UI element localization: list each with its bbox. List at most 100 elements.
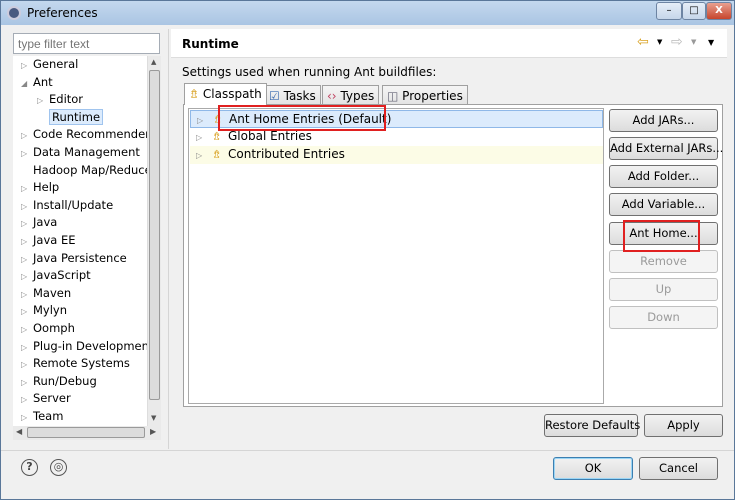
nav-item-label: Runtime	[49, 108, 104, 125]
nav-item-help[interactable]: ▷ Help	[21, 180, 59, 197]
back-arrow-icon[interactable]: ⇦	[637, 34, 649, 50]
nav-item-server[interactable]: ▷ Server	[21, 391, 71, 408]
preferences-window: Preferences – □ X ▷General◢Ant▷EditorRun…	[0, 0, 735, 500]
expander-icon[interactable]: ◢	[21, 79, 33, 88]
expander-icon[interactable]: ▷	[21, 131, 33, 140]
nav-item-runtime[interactable]: Runtime	[37, 108, 104, 127]
expander-icon[interactable]: ▷	[37, 96, 49, 105]
panel-divider[interactable]	[168, 29, 169, 449]
nav-item-mylyn[interactable]: ▷ Mylyn	[21, 303, 67, 320]
classpath-tree: ▷ ⇯ Ant Home Entries (Default) ▷ ⇯ Global En…	[188, 108, 604, 404]
expander-icon[interactable]: ▷	[21, 237, 33, 246]
properties-icon: ◫	[387, 89, 399, 103]
classpath-entry-contributed[interactable]: ▷ ⇯ Contributed Entries	[190, 146, 603, 164]
nav-item-oomph[interactable]: ▷ Oomph	[21, 321, 75, 338]
nav-item-label: Help	[33, 180, 60, 195]
nav-item-editor[interactable]: ▷ Editor	[37, 92, 83, 109]
add-folder-button[interactable]: Add Folder...	[609, 165, 718, 188]
remove-button[interactable]: Remove	[609, 250, 718, 273]
classpath-icon: ⇯	[212, 130, 222, 143]
tab-label: Tasks	[283, 89, 316, 103]
nav-item-plug-in-development[interactable]: ▷ Plug-in Development	[21, 339, 153, 356]
expander-icon[interactable]: ▷	[21, 272, 33, 281]
nav-item-java[interactable]: ▷ Java	[21, 215, 57, 232]
nav-item-install-update[interactable]: ▷ Install/Update	[21, 198, 113, 215]
nav-item-label: JavaScript	[33, 268, 91, 283]
nav-item-label: Editor	[49, 92, 84, 107]
import-export-icon[interactable]: ◎	[50, 459, 67, 476]
expander-icon[interactable]: ▷	[21, 307, 33, 316]
expander-icon[interactable]: ▷	[21, 184, 33, 193]
nav-item-label: Java	[33, 215, 58, 230]
tree-vertical-scrollbar[interactable]: ▲ ▼	[147, 56, 161, 426]
nav-item-maven[interactable]: ▷ Maven	[21, 286, 71, 303]
footer-separator	[1, 450, 734, 451]
cancel-button[interactable]: Cancel	[639, 457, 718, 480]
add-variable-button[interactable]: Add Variable...	[609, 193, 718, 216]
expander-icon[interactable]: ▷	[21, 325, 33, 334]
nav-item-java-ee[interactable]: ▷ Java EE	[21, 233, 75, 250]
tab-classpath[interactable]: ⇯ Classpath	[184, 83, 267, 105]
nav-item-javascript[interactable]: ▷ JavaScript	[21, 268, 91, 285]
add-jars-button[interactable]: Add JARs...	[609, 109, 718, 132]
expander-icon[interactable]: ▷	[21, 61, 33, 70]
tree-horizontal-scrollbar[interactable]: ◀ ▶	[13, 426, 161, 440]
nav-item-team[interactable]: ▷ Team	[21, 409, 63, 426]
nav-item-code-recommenders[interactable]: ▷ Code Recommenders	[21, 127, 156, 144]
nav-item-data-management[interactable]: ▷ Data Management	[21, 145, 140, 162]
nav-item-label: Run/Debug	[33, 373, 97, 388]
nav-item-java-persistence[interactable]: ▷ Java Persistence	[21, 251, 127, 268]
nav-item-ant[interactable]: ◢ Ant	[21, 75, 53, 92]
view-menu-icon[interactable]: ▼	[708, 38, 714, 47]
maximize-button[interactable]: □	[682, 2, 706, 20]
expander-icon[interactable]: ▷	[21, 290, 33, 299]
tab-label: Types	[340, 89, 375, 103]
expander-icon[interactable]: ▷	[21, 413, 33, 422]
expander-icon[interactable]: ▷	[21, 149, 33, 158]
ok-button[interactable]: OK	[553, 457, 633, 480]
minimize-button[interactable]: –	[656, 2, 682, 20]
expander-icon[interactable]: ▷	[21, 255, 33, 264]
up-button[interactable]: Up	[609, 278, 718, 301]
classpath-icon: ⇯	[212, 148, 222, 161]
tab-tasks[interactable]: ☑ Tasks	[264, 85, 321, 105]
tab-types[interactable]: ‹› Types	[322, 85, 380, 105]
tasks-icon: ☑	[269, 89, 280, 103]
title-bar: Preferences – □ X	[1, 1, 734, 25]
nav-item-remote-systems[interactable]: ▷ Remote Systems	[21, 356, 130, 373]
window-title: Preferences	[27, 6, 98, 20]
restore-defaults-button[interactable]: Restore Defaults	[544, 414, 640, 437]
entry-label: Global Entries	[228, 129, 312, 143]
types-icon: ‹›	[327, 89, 337, 103]
apply-button[interactable]: Apply	[644, 414, 723, 437]
add-external-jars-button[interactable]: Add External JARs...	[609, 137, 723, 160]
forward-dropdown-icon[interactable]: ▼	[691, 38, 696, 46]
page-description: Settings used when running Ant buildfile…	[182, 65, 437, 79]
tab-label: Classpath	[202, 87, 262, 101]
nav-item-hadoop-map-reduce[interactable]: Hadoop Map/Reduce	[21, 163, 152, 180]
nav-item-label: Maven	[33, 285, 72, 300]
expander-icon[interactable]: ▷	[21, 219, 33, 228]
nav-item-label: Mylyn	[33, 303, 68, 318]
nav-item-label: Ant	[33, 74, 53, 89]
expander-icon[interactable]: ▷	[21, 360, 33, 369]
help-icon[interactable]: ?	[21, 459, 38, 476]
nav-item-label: Java Persistence	[33, 250, 127, 265]
forward-arrow-icon[interactable]: ⇨	[671, 34, 683, 50]
nav-item-label: Code Recommenders	[33, 127, 156, 142]
eclipse-icon	[7, 6, 21, 20]
expander-icon[interactable]: ▷	[21, 202, 33, 211]
page-header: Runtime ⇦ ▼ ⇨ ▼ ▼	[171, 29, 727, 58]
nav-item-run-debug[interactable]: ▷ Run/Debug	[21, 374, 97, 391]
tab-properties[interactable]: ◫ Properties	[382, 85, 468, 105]
nav-item-label: Java EE	[33, 233, 76, 247]
expander-icon[interactable]: ▷	[21, 378, 33, 387]
expander-icon[interactable]: ▷	[21, 343, 33, 352]
close-button[interactable]: X	[706, 2, 732, 20]
filter-input[interactable]	[13, 33, 160, 54]
nav-item-general[interactable]: ▷ General	[21, 57, 78, 74]
back-dropdown-icon[interactable]: ▼	[657, 38, 662, 46]
nav-item-label: Server	[33, 391, 71, 406]
down-button[interactable]: Down	[609, 306, 718, 329]
expander-icon[interactable]: ▷	[21, 395, 33, 404]
